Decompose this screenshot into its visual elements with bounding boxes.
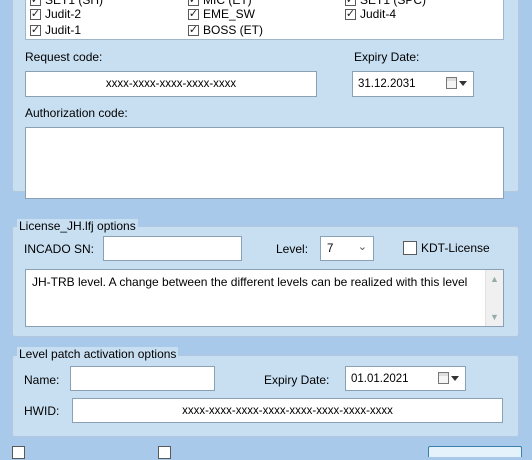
checkbox-icon xyxy=(12,445,25,459)
patch-expiry-date-label: Expiry Date: xyxy=(264,373,330,387)
request-code-label: Request code: xyxy=(25,50,103,64)
scroll-down-icon[interactable]: ▼ xyxy=(490,312,499,322)
hwid-field[interactable]: xxxx-xxxx-xxxx-xxxx-xxxx-xxxx-xxxx-xxxx xyxy=(72,398,503,423)
kdt-license-checkbox[interactable]: KDT-License xyxy=(403,239,490,257)
bottom-option-checkbox-1[interactable] xyxy=(12,444,29,460)
chevron-down-icon xyxy=(451,375,459,381)
calendar-icon xyxy=(438,372,449,384)
expiry-date-value: 31.12.2031 xyxy=(358,78,416,90)
name-input[interactable] xyxy=(70,366,215,391)
calendar-icon xyxy=(446,77,457,89)
authorization-code-input[interactable] xyxy=(25,127,504,199)
level-value: 7 xyxy=(327,242,334,255)
checkbox-icon xyxy=(345,0,356,6)
level-select[interactable]: 7 ⌄ xyxy=(320,236,374,261)
checkbox-icon xyxy=(158,445,171,459)
expiry-date-label: Expiry Date: xyxy=(354,50,420,64)
incado-sn-input[interactable] xyxy=(103,236,242,261)
patch-expiry-date-value: 01.01.2021 xyxy=(351,372,409,385)
checkbox-icon xyxy=(30,24,41,36)
checkbox-icon xyxy=(188,0,199,6)
module-label: Judit-4 xyxy=(360,7,397,21)
scrollbar[interactable]: ▲ ▼ xyxy=(485,270,503,326)
level-patch-title: Level patch activation options xyxy=(17,347,179,361)
module-label: Judit-2 xyxy=(45,7,82,21)
module-label: Judit-1 xyxy=(45,23,82,37)
calendar-dropdown-button[interactable] xyxy=(438,370,462,386)
license-options-title: License_JH.lfj options xyxy=(17,219,138,233)
level-label: Level: xyxy=(276,242,309,256)
chevron-down-icon: ⌄ xyxy=(357,241,367,253)
chevron-down-icon xyxy=(459,80,467,86)
level-description-box: JH-TRB level. A change between the diffe… xyxy=(25,269,504,327)
module-label: EME_SW xyxy=(203,7,256,21)
checkbox-icon xyxy=(188,24,199,36)
expiry-date-picker[interactable]: 31.12.2031 xyxy=(352,71,474,97)
module-checkbox-judit-2[interactable]: Judit-2 xyxy=(30,6,81,22)
module-checkbox-judit-4[interactable]: Judit-4 xyxy=(345,6,396,22)
module-label: BOSS (ET) xyxy=(203,23,264,37)
scroll-up-icon[interactable]: ▲ xyxy=(490,274,499,284)
checkbox-icon xyxy=(30,0,41,6)
module-checkbox-judit-1[interactable]: Judit-1 xyxy=(30,22,81,38)
level-description-text: JH-TRB level. A change between the diffe… xyxy=(32,275,468,289)
module-checkbox-eme-sw[interactable]: EME_SW xyxy=(188,6,255,22)
incado-sn-label: INCADO SN: xyxy=(24,242,95,256)
checkbox-icon xyxy=(30,8,41,20)
authorization-code-label: Authorization code: xyxy=(25,106,128,120)
name-label: Name: xyxy=(24,373,60,387)
checkbox-icon xyxy=(188,8,199,20)
hwid-label: HWID: xyxy=(24,404,60,418)
dialog-button-partial[interactable] xyxy=(428,446,522,457)
checkbox-icon xyxy=(403,241,417,255)
kdt-license-label: KDT-License xyxy=(421,241,490,255)
checkbox-icon xyxy=(345,8,356,20)
bottom-option-checkbox-2[interactable] xyxy=(158,444,175,460)
patch-expiry-date-picker[interactable]: 01.01.2021 xyxy=(345,366,466,391)
request-code-field[interactable]: xxxx-xxxx-xxxx-xxxx-xxxx xyxy=(25,71,317,97)
calendar-dropdown-button[interactable] xyxy=(446,75,470,91)
module-checkbox-boss-et[interactable]: BOSS (ET) xyxy=(188,22,263,38)
